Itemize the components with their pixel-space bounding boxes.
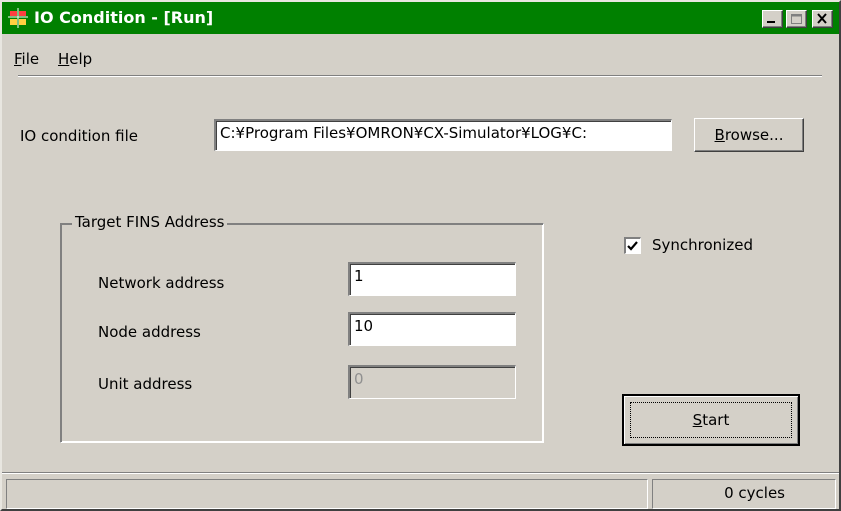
browse-button[interactable]: Browse... bbox=[694, 118, 804, 152]
minimize-button[interactable] bbox=[762, 10, 783, 28]
network-address-field[interactable]: 1 bbox=[348, 262, 516, 296]
menu-file[interactable]: File bbox=[14, 50, 39, 68]
title-bar[interactable]: IO Condition - [Run] bbox=[2, 2, 839, 34]
node-address-field[interactable]: 10 bbox=[348, 312, 516, 346]
checkmark-icon bbox=[627, 241, 638, 251]
io-condition-window: IO Condition - [Run] File Help IO condit… bbox=[0, 0, 841, 511]
network-address-label: Network address bbox=[98, 274, 225, 292]
start-focus-rect bbox=[630, 402, 792, 438]
menu-file-label: ile bbox=[21, 50, 40, 68]
browse-mnemonic: B bbox=[714, 126, 725, 144]
menu-separator bbox=[18, 75, 822, 77]
synchronized-checkbox[interactable] bbox=[624, 237, 641, 254]
synchronized-label[interactable]: Synchronized bbox=[652, 236, 753, 254]
menu-bar: File Help bbox=[2, 36, 839, 70]
menu-help[interactable]: Help bbox=[58, 50, 92, 68]
window-title: IO Condition - [Run] bbox=[34, 8, 214, 27]
menu-help-label: elp bbox=[69, 50, 93, 68]
io-condition-file-label: IO condition file bbox=[20, 127, 138, 145]
io-condition-file-field[interactable]: C:¥Program Files¥OMRON¥CX-Simulator¥LOG¥… bbox=[214, 119, 672, 151]
status-pane-cycles: 0 cycles bbox=[652, 479, 836, 509]
statusbar-separator bbox=[2, 472, 839, 474]
menu-file-mnemonic: F bbox=[14, 50, 22, 68]
target-fins-group-title: Target FINS Address bbox=[72, 213, 228, 231]
start-button[interactable]: Start bbox=[622, 394, 800, 446]
minimize-icon bbox=[767, 21, 775, 23]
unit-address-field: 0 bbox=[348, 365, 516, 399]
unit-address-label: Unit address bbox=[98, 375, 193, 393]
cycles-count: 0 cycles bbox=[724, 484, 785, 502]
app-icon[interactable] bbox=[8, 8, 28, 28]
close-icon bbox=[817, 13, 827, 24]
node-address-label: Node address bbox=[98, 323, 201, 341]
maximize-button[interactable] bbox=[786, 10, 807, 28]
menu-help-mnemonic: H bbox=[58, 50, 70, 68]
maximize-icon bbox=[791, 14, 802, 24]
status-pane-main bbox=[6, 479, 648, 509]
close-button[interactable] bbox=[812, 10, 833, 28]
browse-label: rowse... bbox=[724, 126, 784, 144]
